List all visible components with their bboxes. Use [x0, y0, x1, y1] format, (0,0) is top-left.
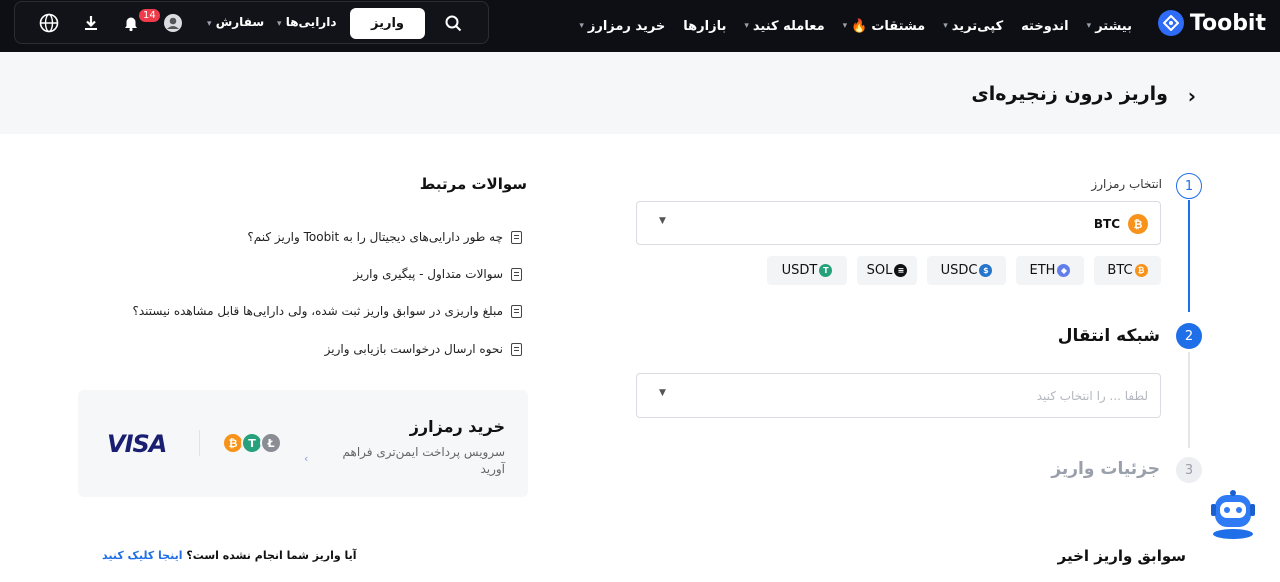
- main-nav: خرید رمزارز ▾ بازارها معامله کنید ▾ مشتقات 🔥 ▾ ک…: [579, 0, 1132, 52]
- faq-item-text: چه طور دارایی‌های دیجیتال را به Toobit و…: [247, 230, 503, 244]
- nav-item-1[interactable]: بازارها: [683, 19, 726, 34]
- chevron-down-icon: ▾: [744, 21, 749, 31]
- faq-item[interactable]: نحوه ارسال درخواست بازیابی واریز: [325, 342, 522, 356]
- document-icon: [511, 230, 522, 244]
- btc-icon: ₿: [1134, 264, 1148, 277]
- support-robot-icon[interactable]: [1208, 488, 1258, 540]
- faq-item-text: سوالات متداول - پیگیری واریز: [353, 267, 503, 281]
- faq-item-text: مبلغ واریزی در سوابق واریز ثبت شده، ولی …: [132, 304, 503, 318]
- assets-label: دارایی‌ها: [285, 15, 337, 29]
- coin-chip-usdt[interactable]: USDT T: [767, 256, 847, 285]
- top-navigation-bar: Toobit خرید رمزارز ▾ بازارها معامله کنید ▾ مش…: [0, 0, 1280, 52]
- chevron-down-icon: ▾: [1086, 21, 1092, 31]
- nav-item-3[interactable]: مشتقات 🔥 ▾: [843, 19, 926, 34]
- buy-card-title: خرید رمزارز: [409, 417, 505, 436]
- coin-chip-btc[interactable]: BTC ₿: [1094, 256, 1161, 285]
- nav-item-label: مشتقات: [871, 18, 926, 34]
- back-chevron-icon[interactable]: ›: [1188, 84, 1196, 108]
- coin-chip-sol[interactable]: SOL ≡: [857, 256, 917, 285]
- coin-chip-label: ETH: [1029, 263, 1056, 278]
- step-connector-active: [1188, 200, 1190, 312]
- crypto-coins-icon: ₿ T Ł: [222, 432, 284, 454]
- network-select-dropdown[interactable]: لطفا ... را انتخاب کنید ▼: [636, 373, 1161, 418]
- fire-icon: 🔥: [851, 18, 868, 34]
- visa-logo: VISA: [107, 430, 167, 458]
- coin-select-dropdown[interactable]: ₿ BTC ▼: [636, 201, 1161, 245]
- coin-chip-usdc[interactable]: USDC $: [927, 256, 1006, 285]
- chevron-left-icon[interactable]: ‹: [304, 452, 308, 465]
- notification-bell-icon[interactable]: [121, 13, 141, 33]
- deposit-button[interactable]: واریز: [350, 8, 425, 39]
- nav-item-label: کپی‌ترید: [951, 18, 1004, 34]
- nav-item-label: اندوخته: [1021, 18, 1069, 34]
- orders-menu[interactable]: سفارش ▾: [207, 15, 264, 29]
- step-3-indicator: 3: [1176, 457, 1202, 483]
- user-avatar-icon[interactable]: [163, 13, 183, 33]
- orders-label: سفارش: [215, 15, 265, 29]
- document-icon: [511, 267, 522, 281]
- buy-card-description: سرویس پرداخت ایمن‌تری فراهم آورید: [342, 445, 506, 476]
- chevron-down-icon: ▾: [277, 19, 282, 29]
- coin-chip-label: BTC: [1107, 263, 1133, 278]
- eth-icon: ◆: [1057, 264, 1071, 277]
- nav-item-label: معامله کنید: [752, 18, 825, 34]
- sol-icon: ≡: [894, 264, 908, 277]
- nav-item-0[interactable]: خرید رمزارز ▾: [579, 19, 665, 34]
- coin-chip-label: USDT: [781, 263, 818, 278]
- selected-coin-label: BTC: [1093, 217, 1120, 231]
- chevron-down-icon: ▼: [659, 388, 666, 398]
- click-here-link[interactable]: اینجا کلیک کنید: [102, 549, 182, 562]
- nav-item-5[interactable]: اندوخته: [1021, 19, 1069, 34]
- toobit-logo-text: Toobit: [1189, 10, 1266, 36]
- nav-item-6[interactable]: بیشتر ▾: [1087, 19, 1132, 34]
- assets-menu[interactable]: دارایی‌ها ▾: [277, 15, 336, 29]
- step-connector-inactive: [1188, 352, 1190, 448]
- nav-item-4[interactable]: کپی‌ترید ▾: [943, 19, 1003, 34]
- chevron-down-icon: ▾: [842, 21, 848, 31]
- chevron-down-icon: ▼: [659, 216, 666, 226]
- chevron-down-icon: ▾: [579, 21, 584, 31]
- select-coin-label: انتخاب رمزارز: [1091, 177, 1162, 191]
- network-select-placeholder: لطفا ... را انتخاب کنید: [1036, 389, 1148, 403]
- page-header: واریز درون زنجیره‌ای ›: [0, 52, 1280, 134]
- network-step-title: شبکه انتقال: [1057, 326, 1160, 346]
- download-icon[interactable]: [81, 13, 101, 33]
- nav-item-label: بیشتر: [1095, 18, 1132, 34]
- btc-icon: ₿: [1128, 214, 1148, 234]
- ltc-coin-icon: Ł: [260, 432, 282, 454]
- faq-title: سوالات مرتبط: [419, 175, 527, 193]
- document-icon: [511, 342, 522, 356]
- buy-crypto-card[interactable]: خرید رمزارز سرویس پرداخت ایمن‌تری فراهم …: [78, 390, 528, 497]
- globe-language-icon[interactable]: [39, 13, 59, 33]
- nav-item-label: بازارها: [683, 18, 727, 34]
- usdc-icon: $: [979, 264, 993, 277]
- coin-chip-label: SOL: [866, 263, 893, 278]
- selected-coin: ₿ BTC: [1094, 214, 1148, 234]
- notification-count-badge: 14: [139, 9, 160, 22]
- coin-chip-eth[interactable]: ETH ◆: [1016, 256, 1084, 285]
- deposit-issue-question: آیا واریز شما انجام نشده است؟: [182, 549, 357, 562]
- chevron-down-icon: ▾: [207, 19, 212, 29]
- deposit-issue-note: آیا واریز شما انجام نشده است؟ اینجا کلیک…: [102, 549, 357, 562]
- page-title: واریز درون زنجیره‌ای: [971, 83, 1168, 105]
- toobit-logo[interactable]: Toobit: [1157, 10, 1266, 36]
- chevron-down-icon: ▾: [943, 21, 948, 31]
- step-1-indicator: 1: [1176, 173, 1202, 199]
- step-2-indicator: 2: [1176, 323, 1202, 349]
- coin-chip-label: USDC: [940, 263, 978, 278]
- faq-item[interactable]: چه طور دارایی‌های دیجیتال را به Toobit و…: [247, 230, 522, 244]
- faq-item[interactable]: سوالات متداول - پیگیری واریز: [353, 267, 522, 281]
- usdt-icon: T: [819, 264, 833, 277]
- recent-deposits-title: سوابق واریز اخیر: [1057, 547, 1186, 565]
- faq-item-text: نحوه ارسال درخواست بازیابی واریز: [324, 342, 503, 356]
- user-toolbar: واریز دارایی‌ها ▾ سفارش ▾ 14: [14, 1, 489, 44]
- faq-item[interactable]: مبلغ واریزی در سوابق واریز ثبت شده، ولی …: [132, 304, 522, 318]
- nav-item-label: خرید رمزارز: [587, 18, 666, 34]
- deposit-details-step-title: جزئیات واریز: [1051, 459, 1160, 479]
- toobit-logo-icon: [1157, 10, 1184, 36]
- card-divider: [199, 430, 200, 456]
- nav-item-2[interactable]: معامله کنید ▾: [744, 19, 824, 34]
- search-icon[interactable]: [443, 13, 463, 33]
- document-icon: [511, 304, 522, 318]
